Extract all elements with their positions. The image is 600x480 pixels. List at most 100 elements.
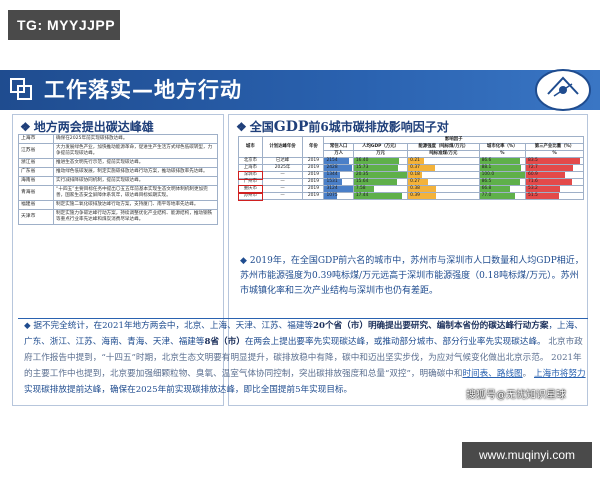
tertiary-cell: 51.5 [525,192,584,200]
region-goal: 推动绿色低碳发展，制定实施碳排放达峰行动方案，推动碳排放率先达峰。 [53,167,218,177]
left-section-heading: ❖ 地方两会提出碳达峰雄 [20,120,154,134]
region-name: 浙江省 [18,158,54,168]
city-name: 北京市 [238,157,263,165]
unit-gdp-per: 万元 [352,150,409,158]
urban-value: 86.5 [481,179,492,184]
city-name: 深圳市 [237,170,264,180]
plan-year: — [261,192,304,200]
region-row: 江苏省 大力发展绿色产业，加快推动能源革命，促进生产生活方式绿色低碳转型，力争提前… [18,143,218,159]
plan-year: 2025年 [261,164,304,172]
header-pop: 常住人口 [323,143,354,151]
data-year: 2019 [302,171,325,179]
city-row: 苏州市 —2019 1075 17.44 0.39 77.0 51.5 [237,191,584,201]
tertiary-value: 71.6 [528,179,538,184]
plan-year: — [261,171,304,179]
region-name: 福建省 [18,200,54,210]
diamond-bullet-icon: ◆ [240,256,247,266]
region-name: 广东省 [18,167,54,177]
urban-cell: 100.0 [478,171,527,179]
gdp-value: 7.58 [355,186,366,191]
region-row: 上海市 确保在2025年前实现碳排放达峰。 [18,134,218,144]
urban-value: 77.0 [481,193,492,198]
tertiary-cell: 71.6 [525,178,584,186]
region-row: 浙江省 推进生态文明先行示范，提前实现碳达峰。 [18,158,218,168]
analysis-paragraph: ◆ 2019年，在全国GDP前六名的城市中，苏州市与深圳市人口数量和人均GDP相近… [240,256,584,296]
diamond-bullet-icon: ◆ [24,321,31,331]
region-row: 天津市 制定实施力争碳达峰行动方案，持续调整优化产业结构、能源结构，推动钢铁等重点… [18,209,218,225]
gdp-cell: 16.40 [352,157,409,165]
tertiary-value: 83.5 [528,158,538,163]
timetable-link[interactable]: 时间表、路线图 [462,369,522,379]
pop-value: 2428 [326,165,338,170]
header-city: 城市 [238,136,263,158]
shanghai-link[interactable]: 上海市将努力 [534,369,586,379]
plan-year: — [261,185,304,193]
tertiary-cell: 83.5 [525,157,584,165]
city-name: 广州市 [238,178,263,186]
urban-cell: 86.5 [478,178,527,186]
tertiary-cell: 53.2 [525,185,584,193]
city-factor-table: 城市 计划达峰年份 年份 影响因子 常住人口 人均GDP（万元） 能源强度（吨标… [237,136,584,201]
urban-value: 66.8 [481,186,492,191]
urban-cell: 66.8 [478,185,527,193]
pop-cell: 3124 [323,185,354,193]
urban-value: 100.0 [481,172,495,177]
pop-cell: 1075 [323,192,354,200]
region-row: 广东省 推动绿色低碳发展，制定实施碳排放达峰行动方案，推动碳排放率先达峰。 [18,167,218,177]
gdp-value: 16.40 [355,158,369,163]
gdp-cell: 20.35 [352,171,409,179]
pop-value: 2154 [326,158,338,163]
energy-cell: 0.18 [407,171,480,179]
urban-cell: 77.0 [478,192,527,200]
right-section-heading: ❖ 全国GDP前6城市碳排放影响因子对 [236,119,449,135]
pop-cell: 2154 [323,157,354,165]
header-tertiary: 第三产业比重（%） [525,143,584,151]
unit-pop: 万人 [323,150,354,158]
watermark-bottom: www.muqinyi.com [462,442,592,468]
gdp-value: 15.64 [355,179,369,184]
gdp-value: 15.73 [355,165,369,170]
pop-cell: 1531 [323,178,354,186]
header-gdp-per: 人均GDP（万元） [352,143,409,151]
tertiary-value: 60.9 [528,172,538,177]
energy-value: 0.37 [410,165,420,170]
plan-year: 已达峰 [261,157,304,165]
urban-value: 86.6 [481,158,492,163]
plan-year: — [261,178,304,186]
region-goal: 制定实施力争碳达峰行动方案，持续调整优化产业结构、能源结构，推动钢铁等重点行业率… [53,209,218,225]
city-row: 重庆市 —2019 3124 7.58 0.38 66.8 53.2 [237,184,584,194]
urban-cell: 88.1 [478,164,527,172]
region-goal: 推进生态文明先行示范，提前实现碳达峰。 [53,158,218,168]
data-year: 2019 [302,178,325,186]
tertiary-value: 72.7 [528,165,538,170]
energy-value: 0.18 [410,172,420,177]
region-name: 上海市 [18,134,54,144]
watermark-top: TG: MYYJJPP [8,10,120,40]
pop-value: 1531 [326,179,338,184]
header-year: 年份 [302,136,325,158]
region-goal: 制定实施二氧化碳排放达峰行动方案，支持厦门、南平等地率先达峰。 [53,200,218,210]
header-plan-year: 计划达峰年份 [261,136,304,158]
pop-value: 1075 [326,193,338,198]
region-goal: “十四五”主要目标任务中提出〇五五年前基本实现生态文明体制机制更加完善，国家生态… [53,185,218,201]
data-year: 2019 [302,164,325,172]
energy-cell: 0.37 [407,164,480,172]
region-row: 青海省 “十四五”主要目标任务中提出〇五五年前基本实现生态文明体制机制更加完善，国… [18,185,218,201]
city-row: 广州市 —2019 1531 15.64 0.27 86.5 71.6 [238,178,584,186]
region-row: 海南省 实行减排降碳协同机制，提前实现碳达峰。 [18,176,218,186]
gdp-value: 17.44 [355,193,369,198]
gdp-cell: 15.64 [352,178,409,186]
tertiary-cell: 72.7 [525,164,584,172]
pop-cell: 2428 [323,164,354,172]
gdp-value: 20.35 [355,172,369,177]
region-goal: 实行减排降碳协同机制，提前实现碳达峰。 [53,176,218,186]
energy-cell: 0.38 [407,185,480,193]
region-name: 海南省 [18,176,54,186]
gdp-cell: 15.73 [352,164,409,172]
region-goal: 大力发展绿色产业，加快推动能源革命，促进生产生活方式绿色低碳转型，力争提前实现碳… [53,143,218,159]
city-name: 重庆市 [237,184,264,194]
city-name: 上海市 [238,164,263,172]
diamond-bullet-icon: ❖ [236,120,247,134]
header-urban: 城市化率（%） [478,143,527,151]
energy-value: 0.38 [410,186,420,191]
